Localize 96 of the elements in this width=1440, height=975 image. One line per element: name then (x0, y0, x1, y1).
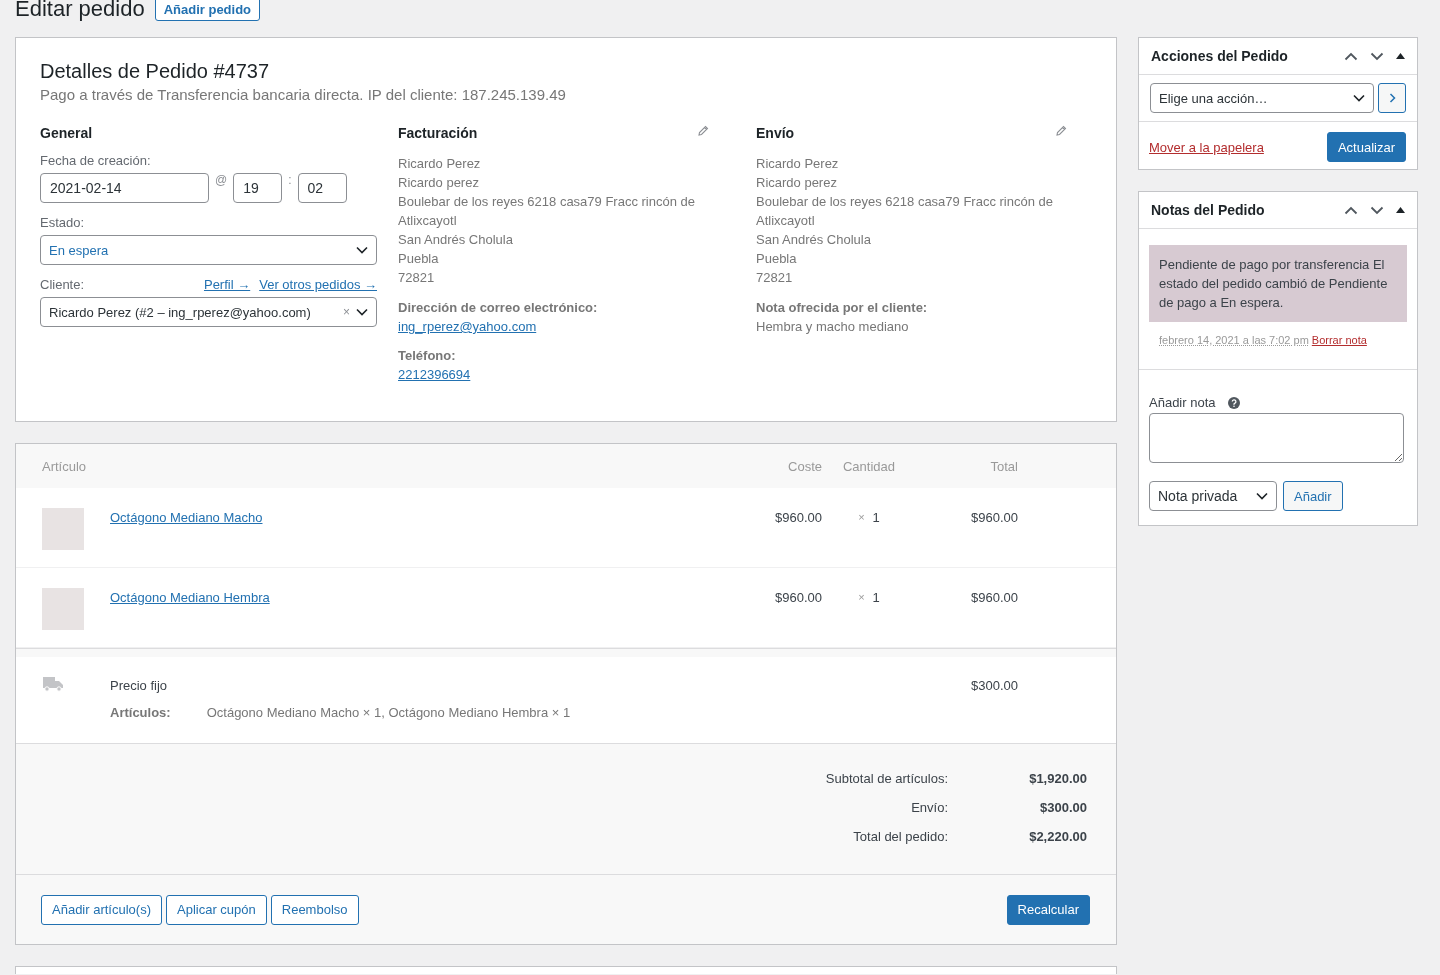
field-label: Teléfono: (398, 348, 457, 364)
address-line: San Andrés Cholula (398, 231, 514, 249)
status-select[interactable]: En espera (40, 235, 377, 265)
payment-info: Pago a través de Transferencia bancaria directa. IP del cliente: 187.245.139.49 (40, 86, 567, 103)
address-line: Ricardo Perez (398, 155, 482, 173)
address-line: Ricardo perez (398, 174, 480, 192)
note-bubble: Pendiente de pago por transferencia El estado del pedido cambió de Pendiente de pago a En espera. (1149, 245, 1407, 322)
address-line: Ricardo Perez (756, 155, 840, 173)
delete-note-link[interactable]: Borrar nota (1311, 334, 1367, 346)
field-label: Estado: (40, 215, 86, 230)
total-label: Subtotal de artículos: (824, 771, 948, 786)
truck-icon (42, 676, 64, 692)
update-button[interactable]: Actualizar (1326, 132, 1406, 162)
pencil-icon (697, 125, 709, 137)
column-header: Cantidad (841, 458, 896, 474)
total-value: $1,920.00 (1028, 771, 1087, 786)
panel-title: Notas del Pedido (1151, 202, 1265, 218)
product-link[interactable]: Octágono Mediano Hembra (110, 590, 270, 605)
item-cost: $960.00 (774, 510, 822, 525)
item-cost: $960.00 (774, 590, 822, 605)
field-label: Cliente: (40, 277, 85, 292)
date-field[interactable]: 2021-02-14 (40, 173, 209, 203)
action-button[interactable]: Reembolso (270, 894, 359, 925)
chevron-down-icon (1370, 205, 1384, 215)
action-select[interactable]: Elige una acción… (1150, 83, 1375, 113)
item-total: $960.00 (970, 590, 1018, 605)
total-label: Envío: (910, 800, 948, 815)
item-quantity: 1 (872, 510, 880, 525)
action-button[interactable]: Añadir artículo(s) (41, 894, 162, 925)
column-header: Artículo (42, 458, 88, 474)
address-line: 72821 (756, 269, 794, 287)
times-sign: × (858, 511, 865, 525)
action-button[interactable]: Aplicar cupón (166, 894, 267, 925)
chevron-down-icon (1370, 51, 1384, 61)
address-line: Boulebar de los reyes 6218 casa79 Fracc rincón de Atlixcayotl (756, 193, 1054, 230)
section-heading: Envío (756, 125, 795, 141)
address-line: 72821 (398, 269, 436, 287)
triangle-up-icon (1396, 207, 1405, 213)
add-order-button[interactable]: Añadir pedido (154, 0, 261, 21)
address-line: San Andrés Cholula (756, 231, 872, 249)
address-line: Puebla (398, 250, 440, 268)
item-total: $960.00 (970, 510, 1018, 525)
meta-value: Octágono Mediano Macho × 1, Octágono Mediano Hembra × 1 (206, 705, 571, 720)
product-photo-placeholder (42, 508, 84, 550)
apply-button[interactable] (1378, 83, 1406, 113)
add-note-button[interactable]: Añadir (1283, 481, 1343, 511)
chevron-down-icon (356, 246, 368, 254)
chevron-right-icon (1388, 93, 1396, 103)
item-quantity: 1 (872, 590, 880, 605)
column-header: Total (989, 458, 1018, 474)
address-line: Puebla (756, 250, 798, 268)
field-label: Dirección de correo electrónico: (398, 300, 599, 316)
minute-field[interactable]: 02 (297, 173, 347, 203)
field-value: Hembra y macho mediano (756, 319, 910, 335)
panel-title: Acciones del Pedido (1151, 48, 1288, 64)
time-separator: : (288, 173, 292, 187)
profile-link[interactable]: Perfil → (203, 277, 251, 297)
total-value: $2,220.00 (1028, 829, 1087, 844)
chevron-down-icon (1256, 492, 1268, 500)
trash-link[interactable]: Mover a la papelera (1149, 139, 1264, 155)
recalculate-button[interactable]: Recalcular (1006, 894, 1090, 925)
section-heading: General (40, 125, 94, 141)
chevron-down-icon (1353, 94, 1366, 102)
triangle-up-icon (1396, 53, 1405, 59)
clear-icon[interactable]: × (343, 305, 350, 319)
page-title: Editar pedido (15, 0, 145, 22)
field-label: Fecha de creación: (40, 153, 152, 168)
times-sign: × (858, 591, 865, 605)
total-value: $300.00 (1039, 800, 1087, 815)
total-label: Total del pedido: (852, 829, 948, 844)
note-date: febrero 14, 2021 a las 7:02 pm (1159, 334, 1309, 346)
address-line: Ricardo perez (756, 174, 838, 192)
product-link[interactable]: Octágono Mediano Macho (110, 510, 263, 525)
contact-link[interactable]: ing_rperez@yahoo.com (398, 319, 735, 335)
meta-label: Artículos: (110, 705, 171, 720)
address-line: Boulebar de los reyes 6218 casa79 Fracc rincón de Atlixcayotl (398, 193, 696, 230)
customer-select[interactable]: Ricardo Perez (#2 – ing_rperez@yahoo.com) × (40, 297, 377, 327)
contact-link[interactable]: 2212396694 (398, 367, 735, 383)
help-icon (1227, 396, 1240, 409)
section-heading: Facturación (398, 125, 478, 141)
chevron-up-icon (1344, 51, 1358, 61)
field-label: Nota ofrecida por el cliente: (756, 300, 929, 316)
at-sign: @ (215, 173, 228, 187)
note-field[interactable] (1149, 413, 1404, 463)
pencil-icon (1055, 125, 1067, 137)
product-photo-placeholder (42, 588, 84, 630)
column-header: Coste (787, 458, 822, 474)
order-title: Detalles de Pedido #4737 (40, 60, 271, 83)
field-label: Añadir nota (1149, 395, 1216, 410)
chevron-up-icon (1344, 205, 1358, 215)
other-orders-link[interactable]: Ver otros pedidos → (259, 277, 377, 297)
hour-field[interactable]: 19 (233, 173, 283, 203)
note-type-select[interactable]: Nota privada (1149, 481, 1277, 511)
shipping-method: Precio fijo (110, 678, 169, 693)
chevron-down-icon (356, 308, 368, 316)
shipping-total: $300.00 (970, 678, 1018, 693)
